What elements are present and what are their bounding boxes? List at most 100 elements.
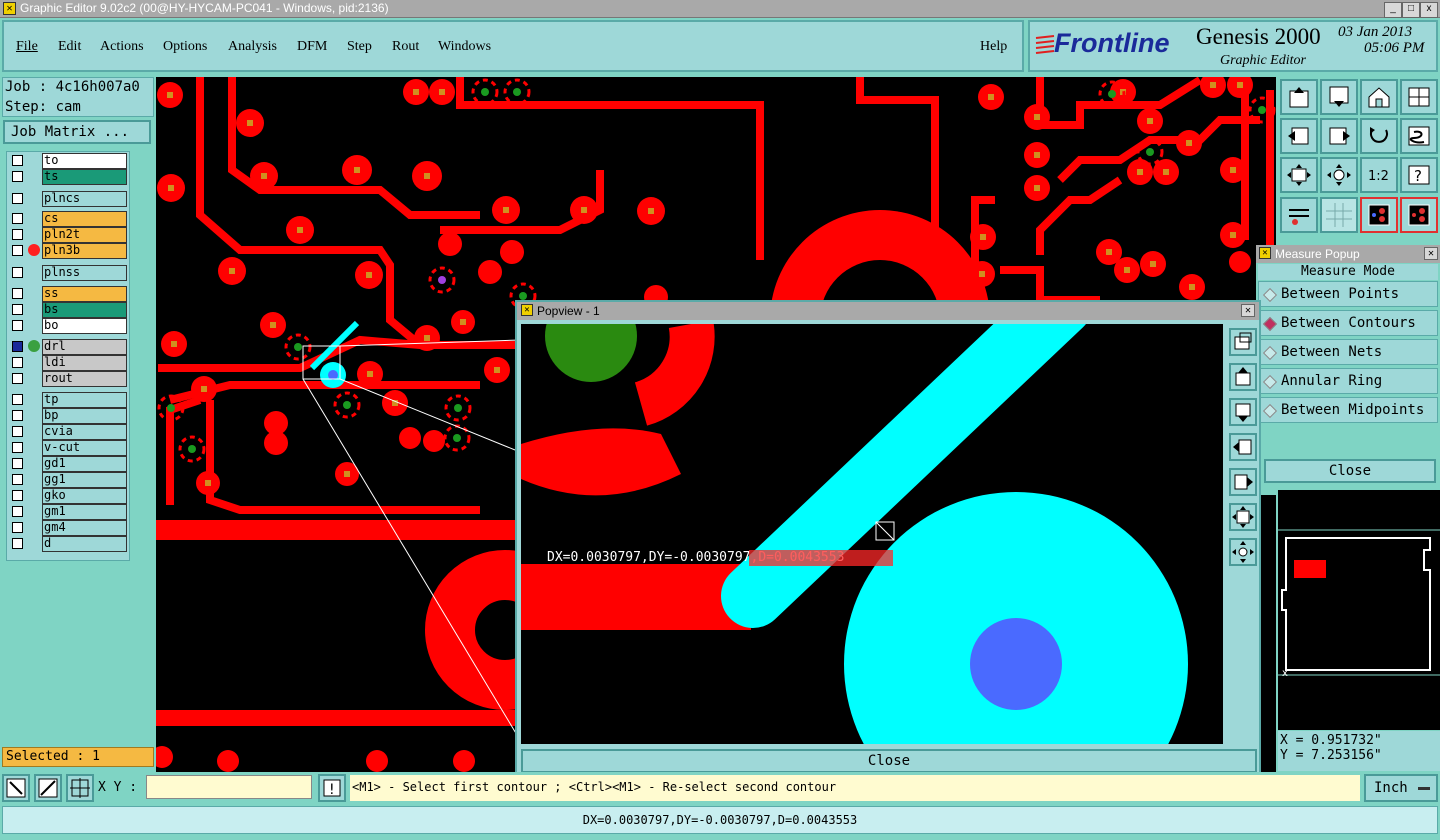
- popview-fit-icon[interactable]: [1229, 503, 1257, 531]
- layer-name[interactable]: cs: [42, 211, 127, 227]
- measure-ruler-icon[interactable]: [34, 774, 62, 802]
- layer-name[interactable]: ss: [42, 286, 127, 302]
- layer-name[interactable]: cvia: [42, 424, 127, 440]
- layer-name[interactable]: v-cut: [42, 440, 127, 456]
- popview-center-icon[interactable]: [1229, 538, 1257, 566]
- fit-profile-icon[interactable]: [1320, 157, 1358, 193]
- layer-name[interactable]: bp: [42, 408, 127, 424]
- layer-name[interactable]: drl: [42, 339, 127, 355]
- layer-name[interactable]: tp: [42, 392, 127, 408]
- layer-row-to[interactable]: to: [10, 153, 127, 169]
- layer-name[interactable]: bs: [42, 302, 127, 318]
- popview-right-icon[interactable]: [1229, 468, 1257, 496]
- radio-unselected-icon[interactable]: [1262, 403, 1278, 419]
- layer-row-rout[interactable]: rout: [10, 371, 127, 387]
- fit-screen-icon[interactable]: [1280, 157, 1318, 193]
- measure-popup-close-icon[interactable]: ✕: [1424, 247, 1438, 260]
- layer-row-bo[interactable]: bo: [10, 318, 127, 334]
- layer-name[interactable]: ts: [42, 169, 127, 185]
- layer-name[interactable]: rout: [42, 371, 127, 387]
- layer-name[interactable]: gko: [42, 488, 127, 504]
- menu-dfm[interactable]: DFM: [297, 39, 327, 55]
- board-view-b-icon[interactable]: [1400, 197, 1438, 233]
- popview-close-button[interactable]: Close: [521, 749, 1257, 773]
- layer-row-bs[interactable]: bs: [10, 302, 127, 318]
- layer-name[interactable]: pln2t: [42, 227, 127, 243]
- layer-name[interactable]: pln3b: [42, 243, 127, 259]
- select-arrow-icon[interactable]: [2, 774, 30, 802]
- measure-option-annular-ring[interactable]: Annular Ring: [1258, 368, 1438, 394]
- layer-checkbox[interactable]: [12, 245, 23, 256]
- job-matrix-button[interactable]: Job Matrix ...: [3, 120, 151, 144]
- radio-unselected-icon[interactable]: [1262, 345, 1278, 361]
- layer-checkbox[interactable]: [12, 394, 23, 405]
- layer-row-gm4[interactable]: gm4: [10, 520, 127, 536]
- layer-checkbox[interactable]: [12, 304, 23, 315]
- layer-name[interactable]: gd1: [42, 456, 127, 472]
- layer-checkbox[interactable]: [12, 522, 23, 533]
- layer-name[interactable]: plncs: [42, 191, 127, 207]
- minimize-button[interactable]: _: [1384, 2, 1402, 18]
- layer-row-v-cut[interactable]: v-cut: [10, 440, 127, 456]
- layer-row-pln3b[interactable]: pln3b: [10, 243, 127, 259]
- layer-checkbox[interactable]: [12, 426, 23, 437]
- layer-checkbox[interactable]: [12, 410, 23, 421]
- overview-map[interactable]: x: [1278, 490, 1440, 730]
- layer-checkbox[interactable]: [12, 442, 23, 453]
- layer-checkbox[interactable]: [12, 267, 23, 278]
- layer-checkbox[interactable]: [12, 474, 23, 485]
- layer-row-bp[interactable]: bp: [10, 408, 127, 424]
- layer-name[interactable]: d: [42, 536, 127, 552]
- layer-row-ts[interactable]: ts: [10, 169, 127, 185]
- zoom-in-icon[interactable]: [1280, 79, 1318, 115]
- measure-option-between-nets[interactable]: Between Nets: [1258, 339, 1438, 365]
- layer-row-gm1[interactable]: gm1: [10, 504, 127, 520]
- maximize-button[interactable]: □: [1402, 2, 1420, 18]
- layer-row-ldi[interactable]: ldi: [10, 355, 127, 371]
- layer-checkbox[interactable]: [12, 506, 23, 517]
- popview-left-icon[interactable]: [1229, 433, 1257, 461]
- popview-down-icon[interactable]: [1229, 398, 1257, 426]
- menu-help[interactable]: Help: [980, 39, 1007, 55]
- popview-up-icon[interactable]: [1229, 363, 1257, 391]
- measure-close-button[interactable]: Close: [1264, 459, 1436, 483]
- crosshair-icon[interactable]: [66, 774, 94, 802]
- layer-checkbox[interactable]: [12, 155, 23, 166]
- menu-windows[interactable]: Windows: [438, 39, 491, 55]
- layer-checkbox[interactable]: [12, 193, 23, 204]
- pan-right-icon[interactable]: [1320, 118, 1358, 154]
- units-dropdown[interactable]: Inch: [1364, 774, 1438, 802]
- layer-name[interactable]: gg1: [42, 472, 127, 488]
- layer-checkbox[interactable]: [12, 171, 23, 182]
- layer-checkbox[interactable]: [12, 538, 23, 549]
- popview-close-icon[interactable]: ✕: [1241, 304, 1255, 317]
- layer-checkbox[interactable]: [12, 458, 23, 469]
- layer-name[interactable]: ldi: [42, 355, 127, 371]
- window-view-icon[interactable]: [1400, 79, 1438, 115]
- layer-row-cs[interactable]: cs: [10, 211, 127, 227]
- menu-options[interactable]: Options: [163, 39, 207, 55]
- measure-option-between-midpoints[interactable]: Between Midpoints: [1258, 397, 1438, 423]
- radio-unselected-icon[interactable]: [1262, 374, 1278, 390]
- snap-icon[interactable]: [1400, 118, 1438, 154]
- xy-input[interactable]: [146, 775, 312, 799]
- board-view-a-icon[interactable]: [1360, 197, 1398, 233]
- layer-checkbox[interactable]: [12, 357, 23, 368]
- layer-checkbox[interactable]: [12, 490, 23, 501]
- alert-exclamation-icon[interactable]: !: [318, 774, 346, 802]
- layer-tools-icon[interactable]: [1280, 197, 1318, 233]
- layer-row-gd1[interactable]: gd1: [10, 456, 127, 472]
- layer-name[interactable]: gm4: [42, 520, 127, 536]
- layer-checkbox[interactable]: [12, 341, 23, 352]
- layer-row-gg1[interactable]: gg1: [10, 472, 127, 488]
- redraw-icon[interactable]: [1360, 118, 1398, 154]
- zoom-out-icon[interactable]: [1320, 79, 1358, 115]
- home-icon[interactable]: [1360, 79, 1398, 115]
- menu-analysis[interactable]: Analysis: [228, 39, 277, 55]
- layer-checkbox[interactable]: [12, 213, 23, 224]
- menu-file[interactable]: File: [16, 39, 38, 55]
- layer-checkbox[interactable]: [12, 373, 23, 384]
- help-question-icon[interactable]: ?: [1400, 157, 1438, 193]
- radio-unselected-icon[interactable]: [1262, 287, 1278, 303]
- layer-row-pln2t[interactable]: pln2t: [10, 227, 127, 243]
